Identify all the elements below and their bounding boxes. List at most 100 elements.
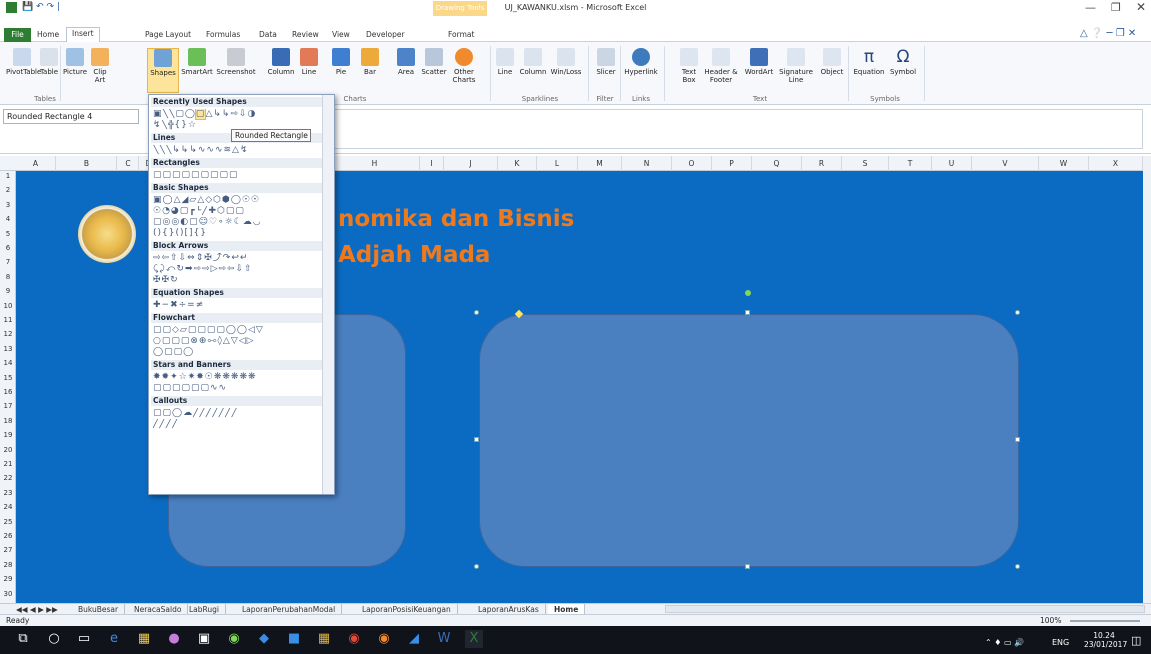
word-icon[interactable]: W — [435, 630, 453, 648]
column-header[interactable]: W — [1039, 156, 1089, 171]
edge-icon[interactable]: e — [105, 630, 123, 648]
tab-insert[interactable]: Insert — [66, 27, 100, 42]
close-icon[interactable]: ✕ — [1136, 0, 1146, 14]
windows-start-icon[interactable]: ⧉ — [14, 630, 32, 648]
row-header[interactable]: 22 — [0, 473, 16, 484]
chrome-icon[interactable]: ◉ — [345, 630, 363, 648]
firefox-icon[interactable]: ◉ — [375, 630, 393, 648]
tab-format[interactable]: Format — [443, 29, 479, 42]
gallery-scrollbar[interactable] — [322, 95, 334, 494]
resize-handle[interactable] — [474, 437, 479, 442]
app-icon[interactable]: ● — [165, 630, 183, 648]
signature-line-button[interactable]: Signature Line — [776, 48, 816, 84]
resize-handle[interactable] — [745, 310, 750, 315]
row-header[interactable]: 26 — [0, 531, 16, 542]
row-header[interactable]: 4 — [0, 214, 16, 225]
row-header[interactable]: 18 — [0, 416, 16, 427]
column-header[interactable]: I — [420, 156, 444, 171]
pivottable-button[interactable]: PivotTable — [6, 48, 41, 76]
clip-art-button[interactable]: Clip Art — [90, 48, 110, 84]
row-header[interactable]: 24 — [0, 502, 16, 513]
resize-handle[interactable] — [474, 564, 479, 569]
name-box[interactable]: Rounded Rectangle 4 — [3, 109, 139, 124]
picture-button[interactable]: Picture — [62, 48, 88, 76]
header-footer-button[interactable]: Header & Footer — [703, 48, 739, 84]
area-chart-button[interactable]: Area — [395, 48, 417, 76]
rectangles-row[interactable]: ▢▢▢▢▢▢▢▢▢ — [153, 170, 325, 181]
language-indicator[interactable]: ENG — [1052, 638, 1069, 647]
column-header[interactable]: J — [444, 156, 498, 171]
row-header[interactable]: 29 — [0, 574, 16, 585]
row-header[interactable]: 6 — [0, 243, 16, 254]
resize-handle[interactable] — [1015, 310, 1020, 315]
banners-row[interactable]: ▢▢▢▢▢▢∿∿ — [153, 383, 325, 394]
other-charts-button[interactable]: Other Charts — [450, 48, 478, 84]
column-header[interactable]: N — [622, 156, 672, 171]
column-header[interactable]: A — [16, 156, 56, 171]
zoom-slider[interactable] — [1070, 620, 1140, 622]
minimize-icon[interactable]: — — [1085, 1, 1096, 14]
row-header[interactable]: 27 — [0, 545, 16, 556]
symbol-button[interactable]: Ω Symbol — [888, 48, 918, 76]
column-header[interactable]: R — [802, 156, 842, 171]
horizontal-scrollbar[interactable] — [665, 605, 1145, 613]
row-header[interactable]: 10 — [0, 301, 16, 312]
equation-button[interactable]: π Equation — [852, 48, 886, 76]
basic-shapes-row[interactable]: ☉◔◕▢┏└╱✚⬡▢▢ — [153, 206, 325, 217]
smartart-button[interactable]: SmartArt — [181, 48, 213, 76]
row-header[interactable]: 23 — [0, 488, 16, 499]
table-button[interactable]: Table — [37, 48, 61, 76]
equation-shapes-row[interactable]: ✚−✖÷=≠ — [153, 300, 325, 311]
row-header[interactable]: 19 — [0, 430, 16, 441]
help-icon[interactable]: △ ❔ ─ ❐ ✕ — [1080, 28, 1136, 39]
object-button[interactable]: Object — [818, 48, 846, 76]
row-header[interactable]: 9 — [0, 286, 16, 297]
row-header[interactable]: 13 — [0, 344, 16, 355]
row-header[interactable]: 30 — [0, 589, 16, 600]
sparkline-column-button[interactable]: Column — [519, 48, 547, 76]
resize-handle[interactable] — [474, 310, 479, 315]
lines-row[interactable]: ╲╲╲↳↳↳∿∿∿≋△↯ — [153, 145, 325, 156]
row-header[interactable]: 15 — [0, 373, 16, 384]
hyperlink-button[interactable]: Hyperlink — [622, 48, 660, 76]
column-header[interactable]: O — [672, 156, 712, 171]
basic-shapes-row[interactable]: ▢◎◎◐▢☺♡∘☼☾☁◡ — [153, 217, 325, 228]
column-header[interactable]: X — [1089, 156, 1143, 171]
sparkline-winloss-button[interactable]: Win/Loss — [549, 48, 583, 76]
column-header[interactable]: M — [578, 156, 622, 171]
row-header[interactable]: 8 — [0, 272, 16, 283]
column-header[interactable]: H — [330, 156, 420, 171]
quick-access-icons[interactable]: 💾 ↶ ↷ | — [22, 2, 60, 12]
recent-shapes-row[interactable]: ▣╲╲▢◯▢△↳↳⇨⇩◑ — [153, 109, 325, 120]
app-icon[interactable]: ◆ — [255, 630, 273, 648]
slicer-button[interactable]: Slicer — [593, 48, 619, 76]
tab-developer[interactable]: Developer — [361, 29, 410, 42]
sparkline-line-button[interactable]: Line — [494, 48, 516, 76]
callouts-row[interactable]: ▢▢◯☁╱╱╱╱╱╱╱ — [153, 408, 325, 419]
row-header[interactable]: 11 — [0, 315, 16, 326]
row-header[interactable]: 12 — [0, 329, 16, 340]
zoom-level[interactable]: 100% — [1040, 616, 1061, 625]
resize-handle[interactable] — [745, 564, 750, 569]
wordart-button[interactable]: WordArt — [742, 48, 776, 76]
column-header[interactable]: Q — [752, 156, 802, 171]
tab-home[interactable]: Home — [32, 29, 64, 42]
rounded-rectangle-4[interactable] — [479, 314, 1019, 567]
notification-icon[interactable]: ◫ — [1131, 634, 1141, 647]
file-explorer-icon[interactable]: ▦ — [135, 630, 153, 648]
row-header[interactable]: 25 — [0, 517, 16, 528]
tab-review[interactable]: Review — [287, 29, 324, 42]
stars-row[interactable]: ✸✹✦☆✷✸☉❋❋❋❋❋ — [153, 372, 325, 383]
flowchart-row[interactable]: ○▢▢▢⊗⊕⧟◊△▽◁▷ — [153, 336, 325, 347]
row-header[interactable]: 28 — [0, 560, 16, 571]
scatter-chart-button[interactable]: Scatter — [420, 48, 448, 76]
resize-handle[interactable] — [1015, 564, 1020, 569]
column-chart-button[interactable]: Column — [266, 48, 296, 76]
row-header[interactable]: 20 — [0, 445, 16, 456]
resize-handle[interactable] — [1015, 437, 1020, 442]
clock[interactable]: 10.24 23/01/2017 — [1084, 631, 1127, 649]
row-header[interactable]: 21 — [0, 459, 16, 470]
tab-view[interactable]: View — [327, 29, 355, 42]
app-icon[interactable]: ■ — [285, 630, 303, 648]
pie-chart-button[interactable]: Pie — [330, 48, 352, 76]
